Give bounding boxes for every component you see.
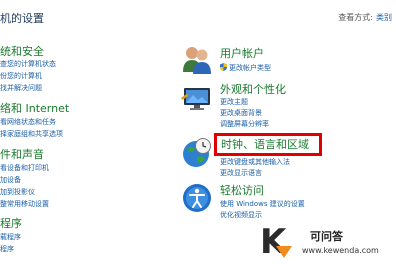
link-projector[interactable]: 加到投影仪 (0, 188, 35, 197)
clock-globe-icon[interactable] (181, 137, 213, 169)
link-mobility[interactable]: 整常用移动设置 (0, 200, 49, 209)
link-change-desktop-background[interactable]: 更改桌面背景 (220, 109, 262, 118)
category-hardware-title[interactable]: 件和声音 (0, 148, 44, 161)
view-by-label: 查看方式: (338, 13, 373, 22)
link-devices-printers[interactable]: 看设备和打印机 (0, 164, 49, 173)
category-ease-of-access-title[interactable]: 轻松访问 (220, 184, 264, 197)
watermark: K 可问答 www.kewenda.com (254, 222, 396, 264)
category-user-accounts-title[interactable]: 用户帐户 (220, 47, 264, 60)
link-review-status[interactable]: 查您的计算机状态 (0, 60, 56, 69)
link-troubleshoot[interactable]: 找并解决问题 (0, 84, 42, 93)
ease-of-access-icon[interactable] (181, 182, 213, 214)
link-windows-suggested-settings[interactable]: 使用 Windows 建议的设置 (220, 200, 305, 209)
category-programs-title[interactable]: 程序 (0, 217, 22, 230)
link-adjust-resolution[interactable]: 调整屏幕分辨率 (220, 120, 269, 129)
watermark-url: www.kewenda.com (302, 246, 379, 255)
page-title: 机的设置 (0, 12, 44, 25)
link-change-keyboard[interactable]: 更改键盘或其他输入法 (220, 158, 290, 167)
uac-shield-icon (220, 63, 227, 71)
watermark-text: 可问答 (310, 230, 343, 243)
link-change-theme[interactable]: 更改主题 (220, 98, 248, 107)
link-programs[interactable]: 程序 (0, 245, 14, 254)
view-by-dropdown[interactable]: 类别 (376, 13, 392, 22)
highlight-box (214, 133, 322, 156)
appearance-icon[interactable] (181, 84, 213, 114)
link-uninstall[interactable]: 载程序 (0, 233, 21, 242)
link-change-account-type[interactable]: 更改帐户类型 (220, 63, 271, 73)
link-change-display-language[interactable]: 更改显示语言 (220, 169, 262, 178)
category-system-security-title[interactable]: 统和安全 (0, 45, 44, 58)
link-homegroup[interactable]: 择家庭组和共享选项 (0, 130, 63, 139)
link-optimize-visual-display[interactable]: 优化视频显示 (220, 211, 262, 220)
category-network-title[interactable]: 络和 Internet (0, 102, 69, 115)
category-appearance-title[interactable]: 外观和个性化 (220, 83, 286, 96)
users-icon[interactable] (180, 44, 214, 76)
view-by: 查看方式: 类别 (338, 12, 392, 23)
link-add-device[interactable]: 加设备 (0, 176, 21, 185)
link-network-status[interactable]: 看网络状态和任务 (0, 118, 56, 127)
link-backup[interactable]: 份您的计算机 (0, 72, 42, 81)
watermark-logo-accent (276, 246, 292, 258)
link-change-account-type-label: 更改帐户类型 (229, 64, 271, 72)
